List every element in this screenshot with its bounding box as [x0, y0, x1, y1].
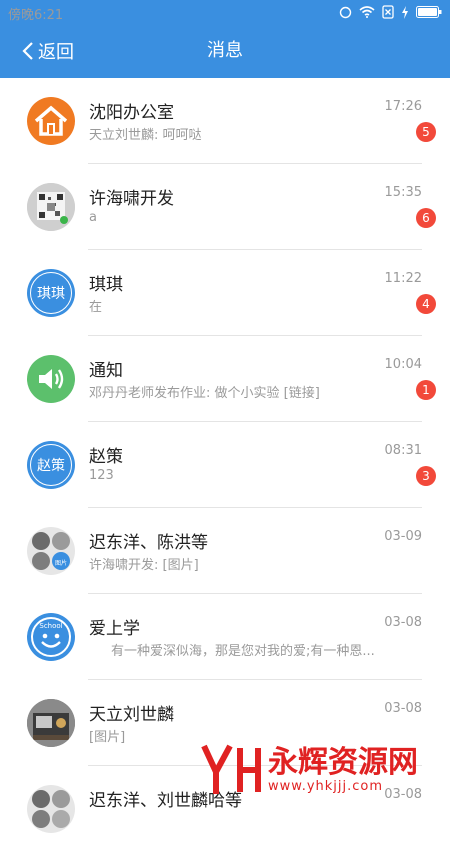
conversation-time: 08:31 — [384, 443, 422, 458]
conversation-preview: [图片] — [89, 730, 126, 745]
conversation-name: 琪琪 — [89, 275, 123, 295]
avatar-photo — [27, 699, 75, 747]
avatar-initials: 赵策 — [37, 458, 65, 474]
conversation-preview: 天立刘世麟: 呵呵哒 — [89, 128, 202, 143]
conversation-name: 迟东洋、陈洪等 — [89, 533, 208, 553]
conversation-name: 爱上学 — [89, 619, 140, 639]
unread-badge: 6 — [416, 208, 436, 228]
conversation-preview: 123 — [89, 468, 114, 483]
avatar-initials: 琪琪 — [37, 286, 65, 302]
conversation-preview: 邓丹丹老师发布作业: 做个小实验 [链接] — [89, 386, 320, 401]
conversation-name: 许海啸开发 — [89, 189, 174, 209]
chevron-left-icon — [22, 42, 33, 60]
no-sim-icon — [382, 5, 394, 19]
status-bar: 傍晚6:21 — [0, 0, 450, 24]
unread-badge: 3 — [416, 466, 436, 486]
conversation-time: 17:26 — [384, 99, 422, 114]
speaker-icon — [27, 355, 75, 403]
unread-badge: 5 — [416, 122, 436, 142]
watermark-logo — [201, 744, 261, 794]
unread-badge: 4 — [416, 294, 436, 314]
conversation-name: 通知 — [89, 361, 123, 381]
back-button[interactable]: 返回 — [22, 24, 74, 78]
alarm-icon — [339, 6, 352, 18]
avatar-photo — [27, 183, 75, 231]
conversation-preview: a — [89, 210, 97, 225]
smiley-icon: School — [27, 613, 75, 661]
conversation-time: 03-08 — [384, 701, 422, 716]
group-avatar: 图片 — [27, 527, 75, 575]
conversation-preview: 许海啸开发: [图片] — [89, 558, 199, 573]
conversation-name: 天立刘世麟 — [89, 705, 174, 725]
conversation-row[interactable]: 沈阳办公室 天立刘世麟: 呵呵哒 17:26 5 — [0, 78, 450, 164]
conversation-time: 03-08 — [384, 615, 422, 630]
avatar-text: 琪琪 — [27, 269, 75, 317]
avatar-school-label: School — [39, 622, 63, 630]
conversation-row[interactable]: School 爱上学 有一种爱深似海，那是您对我的爱;有一种恩... 03-08 — [0, 594, 450, 680]
wifi-icon — [359, 6, 375, 18]
unread-badge: 1 — [416, 380, 436, 400]
conversation-time: 03-09 — [384, 529, 422, 544]
conversation-time: 10:04 — [384, 357, 422, 372]
conversation-row[interactable]: 琪琪 琪琪 在 11:22 4 — [0, 250, 450, 336]
back-label: 返回 — [38, 42, 74, 63]
group-avatar — [27, 785, 75, 833]
conversation-name: 赵策 — [89, 447, 123, 467]
conversation-row[interactable]: 图片 迟东洋、陈洪等 许海啸开发: [图片] 03-09 — [0, 508, 450, 594]
watermark-url: www.yhkjjj.com — [268, 778, 384, 794]
conversation-name: 沈阳办公室 — [89, 103, 174, 123]
conversation-row[interactable]: 通知 邓丹丹老师发布作业: 做个小实验 [链接] 10:04 1 — [0, 336, 450, 422]
watermark-title: 永辉资源网 — [268, 744, 418, 780]
avatar-text: 赵策 — [27, 441, 75, 489]
site-watermark: 永辉资源网 www.yhkjjj.com — [200, 740, 450, 800]
conversation-row[interactable]: 赵策 赵策 123 08:31 3 — [0, 422, 450, 508]
house-icon — [27, 97, 75, 145]
app-header: 返回 消息 — [0, 24, 450, 78]
conversation-preview: 在 — [89, 300, 103, 315]
conversation-time: 11:22 — [384, 271, 422, 286]
conversation-row[interactable]: 许海啸开发 a 15:35 6 — [0, 164, 450, 250]
status-icons — [339, 3, 442, 21]
group-tile-label: 图片 — [55, 560, 68, 567]
conversation-time: 15:35 — [384, 185, 422, 200]
conversation-preview: 有一种爱深似海，那是您对我的爱;有一种恩... — [111, 644, 375, 659]
battery-icon — [416, 6, 442, 18]
charging-icon — [402, 5, 408, 19]
